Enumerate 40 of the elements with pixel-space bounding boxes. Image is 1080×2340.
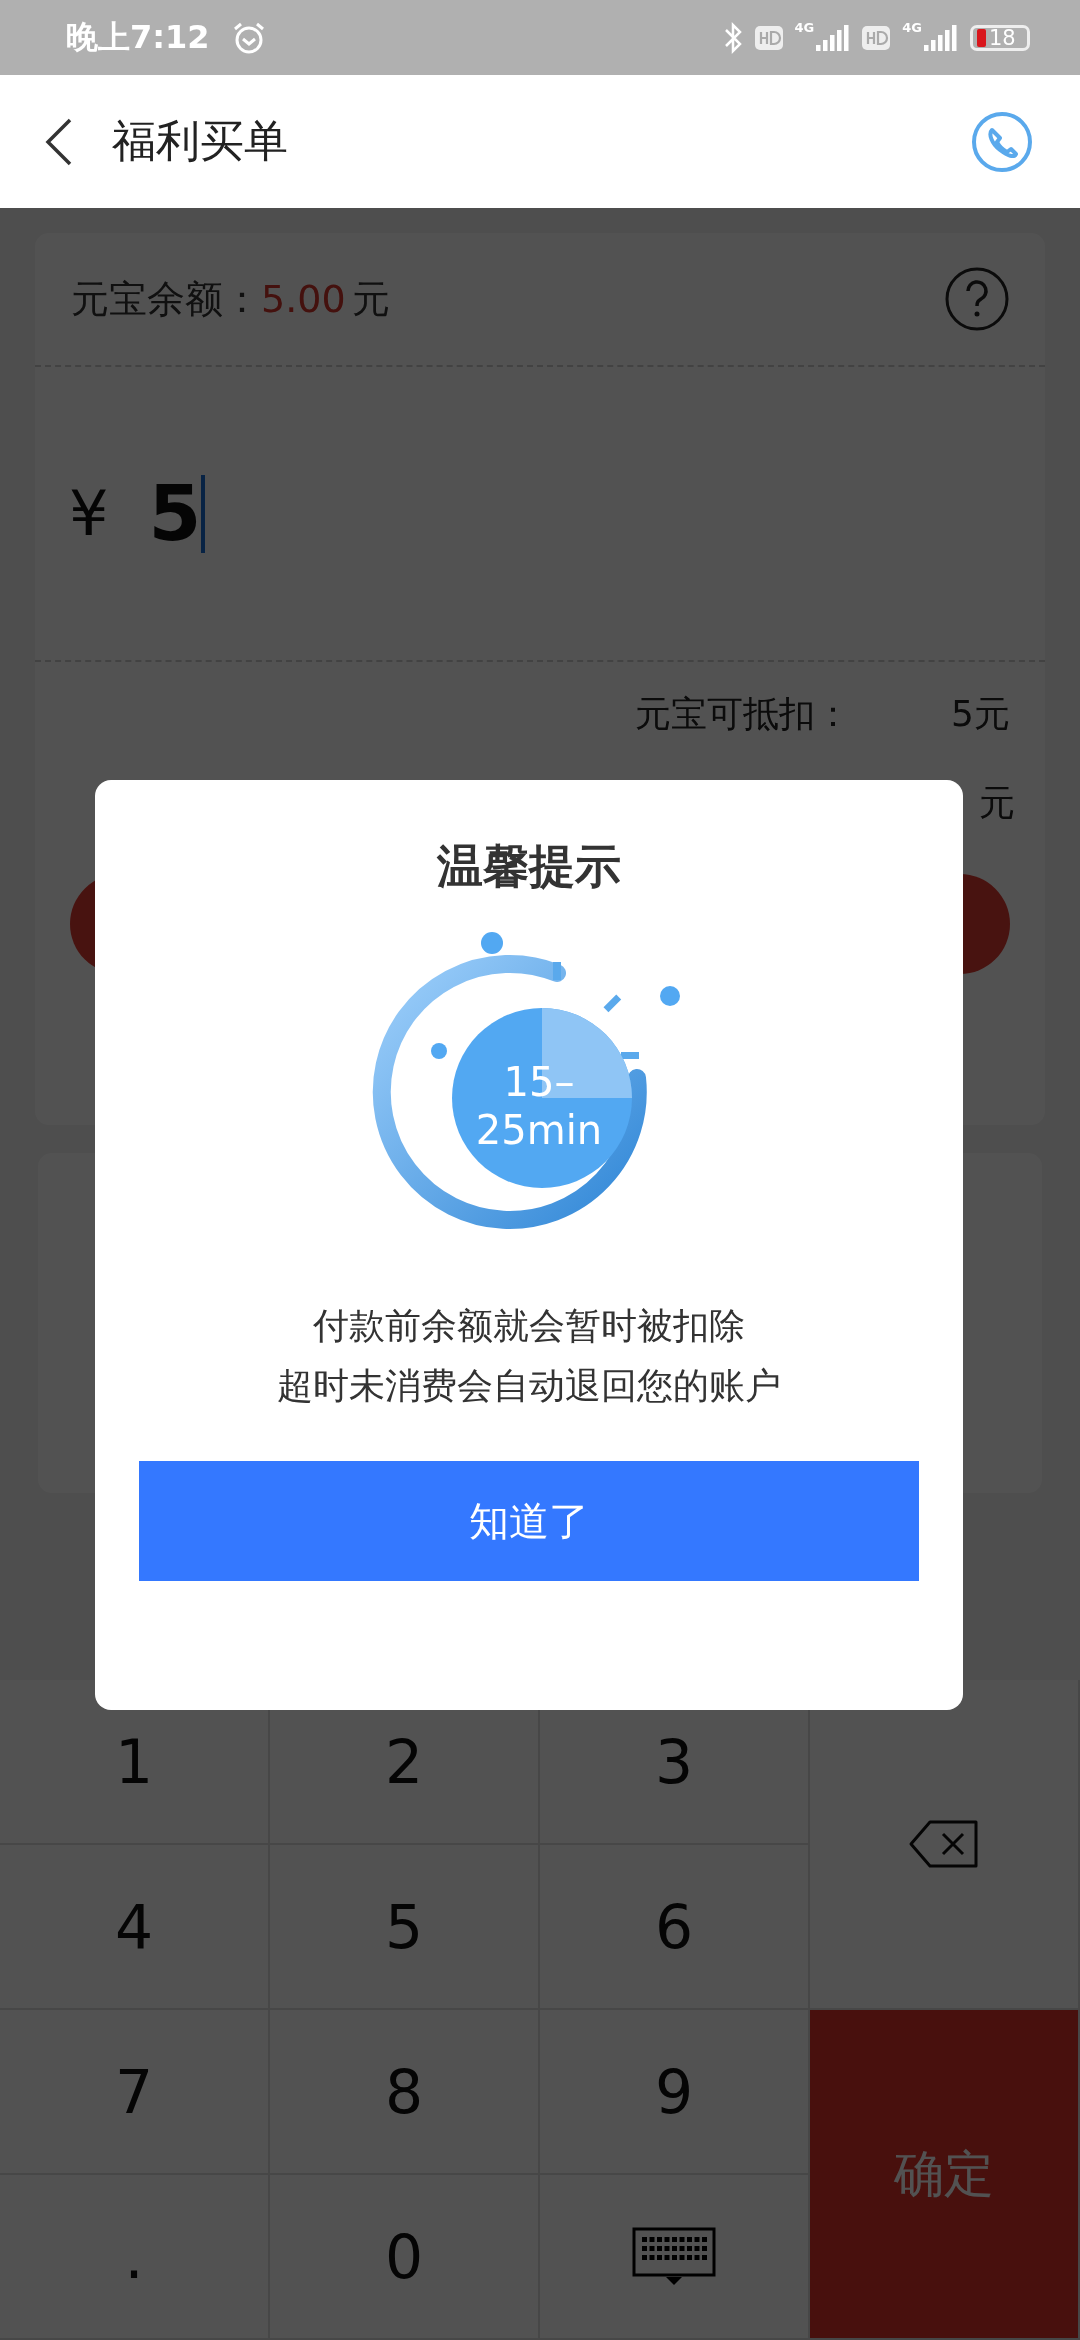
- amount-field[interactable]: ¥ 5: [35, 367, 1045, 662]
- battery-indicator: 18: [970, 24, 1030, 51]
- dialog-message: 付款前余额就会暂时被扣除: [312, 1304, 746, 1348]
- phone-icon[interactable]: [970, 109, 1034, 174]
- network-type: 4G: [794, 20, 815, 35]
- hide-keyboard-key[interactable]: [540, 2175, 810, 2340]
- number-key[interactable]: 9: [540, 2010, 810, 2175]
- balance-unit: 元: [351, 275, 390, 323]
- number-key[interactable]: 8: [270, 2010, 540, 2175]
- number-key[interactable]: 6: [540, 1845, 810, 2010]
- hd-icon: [862, 25, 891, 50]
- network-type: 4G: [902, 20, 922, 35]
- number-key[interactable]: 4: [0, 1845, 270, 2010]
- deduction-label: 元宝可抵扣：: [635, 692, 852, 736]
- dialog-message: 超时未消费会自动退回您的账户: [277, 1364, 781, 1408]
- help-icon[interactable]: [944, 266, 1010, 332]
- page-title: 福利买单: [112, 114, 288, 168]
- signal-icon: [816, 24, 851, 51]
- timer-text: 25min: [475, 1107, 603, 1153]
- number-key[interactable]: 0: [270, 2175, 540, 2340]
- backspace-key[interactable]: [810, 1680, 1080, 2010]
- dialog-title: 温馨提示: [437, 838, 621, 895]
- hd-icon: [754, 25, 783, 50]
- ok-button[interactable]: 知道了: [139, 1461, 919, 1581]
- alarm-icon: [231, 20, 266, 55]
- keyboard-icon: [632, 2226, 716, 2287]
- balance-label: 元宝余额：: [71, 275, 261, 323]
- back-icon[interactable]: [44, 116, 74, 167]
- number-key[interactable]: 7: [0, 2010, 270, 2175]
- status-time: 晚上7:12: [66, 16, 210, 58]
- backspace-icon: [908, 1819, 980, 1869]
- balance-amount: 5.00: [261, 277, 346, 321]
- deduction-value: 5元: [951, 692, 1010, 736]
- number-key[interactable]: 5: [270, 1845, 540, 2010]
- number-key[interactable]: .: [0, 2175, 270, 2340]
- confirm-key[interactable]: 确定: [810, 2010, 1080, 2340]
- signal-icon: [924, 24, 958, 51]
- timer-text: 15–: [503, 1059, 575, 1105]
- bluetooth-icon: [722, 20, 743, 55]
- amount-unit: 元: [979, 781, 1015, 825]
